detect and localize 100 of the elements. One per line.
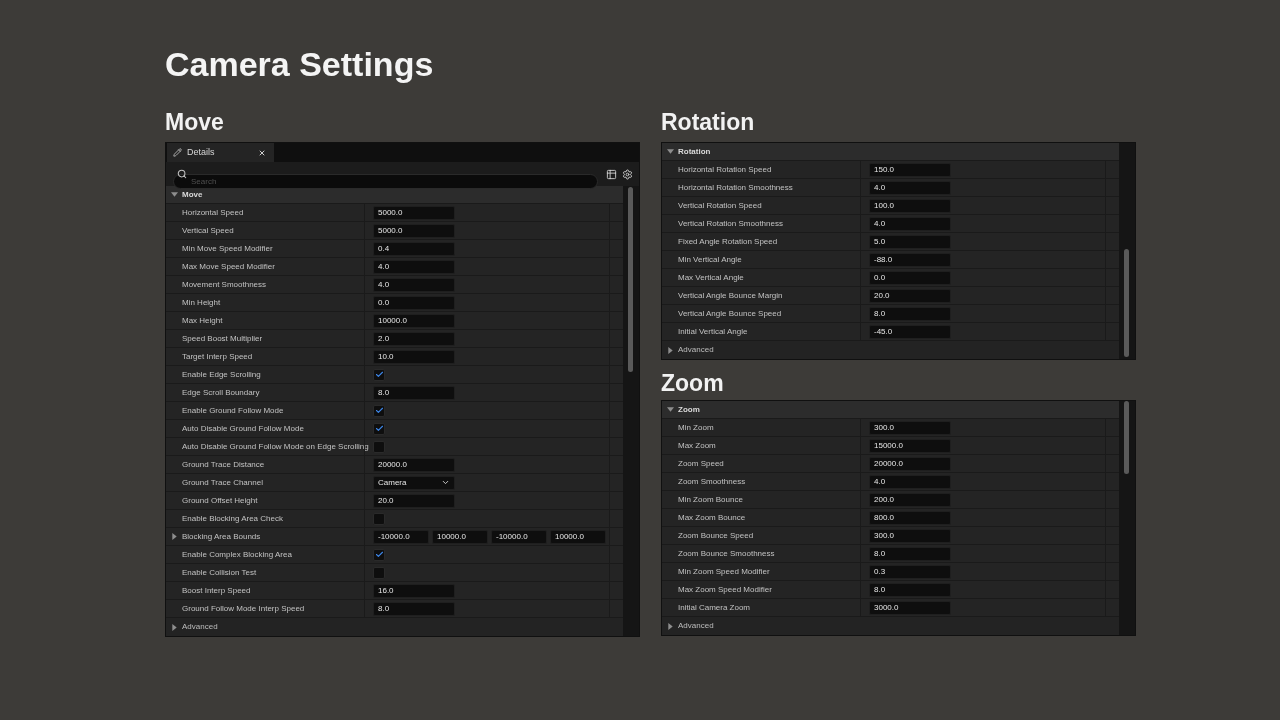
category-label: Move xyxy=(182,190,203,199)
checkbox[interactable] xyxy=(373,512,385,525)
property-label: Enable Collision Test xyxy=(182,568,257,577)
number-field[interactable]: 100.0 xyxy=(869,198,951,213)
property-label: Vertical Speed xyxy=(182,226,234,235)
caret-right-icon[interactable] xyxy=(667,346,674,354)
checkbox[interactable] xyxy=(373,404,385,417)
number-field[interactable]: 0.4 xyxy=(373,241,455,256)
property-label: Zoom Bounce Speed xyxy=(678,531,754,540)
number-field[interactable]: 15000.0 xyxy=(869,438,951,453)
property-label: Min Zoom xyxy=(678,423,714,432)
number-field[interactable]: 4.0 xyxy=(869,474,951,489)
checkbox[interactable] xyxy=(373,566,385,579)
section-heading: Rotation xyxy=(661,110,755,134)
property-label: Max Vertical Angle xyxy=(678,273,744,282)
dropdown[interactable]: Camera xyxy=(373,475,455,490)
property-label: Ground Trace Channel xyxy=(182,478,263,487)
property-label: Max Zoom Bounce xyxy=(678,513,746,522)
number-field[interactable]: 150.0 xyxy=(869,162,951,177)
number-field[interactable]: 8.0 xyxy=(869,306,951,321)
number-field[interactable]: -10000.0 xyxy=(491,529,547,544)
number-field[interactable]: 8.0 xyxy=(869,582,951,597)
caret-right-icon[interactable] xyxy=(171,533,178,540)
chevron-down-icon xyxy=(441,478,450,487)
number-field[interactable]: 20000.0 xyxy=(373,457,455,472)
number-field[interactable]: 4.0 xyxy=(869,216,951,231)
number-field[interactable]: 4.0 xyxy=(373,259,455,274)
property-label: Max Zoom Speed Modifier xyxy=(678,585,772,594)
number-field[interactable]: 300.0 xyxy=(869,528,951,543)
caret-down-icon[interactable] xyxy=(667,406,674,413)
scrollbar-thumb[interactable] xyxy=(1124,401,1129,474)
number-field[interactable]: 8.0 xyxy=(373,601,455,616)
number-field[interactable]: 20000.0 xyxy=(869,456,951,471)
number-field[interactable]: 8.0 xyxy=(869,546,951,561)
number-field[interactable]: -10000.0 xyxy=(373,529,429,544)
number-field[interactable]: 10.0 xyxy=(373,349,455,364)
number-field[interactable]: 10000.0 xyxy=(432,529,488,544)
caret-down-icon[interactable] xyxy=(667,148,674,155)
advanced-label: Advanced xyxy=(678,622,714,630)
caret-right-icon[interactable] xyxy=(667,622,674,630)
advanced-label: Advanced xyxy=(678,346,714,354)
property-label: Enable Edge Scrolling xyxy=(182,370,261,379)
property-label: Min Zoom Bounce xyxy=(678,495,743,504)
details-tab[interactable]: Details xyxy=(167,143,274,162)
check-icon xyxy=(374,550,384,559)
close-icon[interactable] xyxy=(258,148,266,157)
number-field[interactable]: 10000.0 xyxy=(373,313,455,328)
property-label: Speed Boost Multiplier xyxy=(182,334,263,343)
property-label: Blocking Area Bounds xyxy=(182,532,261,541)
scrollbar-thumb[interactable] xyxy=(1124,248,1129,357)
settings-icon[interactable] xyxy=(622,168,633,180)
scrollbar-thumb[interactable] xyxy=(628,187,633,372)
number-field[interactable]: 5000.0 xyxy=(373,223,455,238)
category-label: Rotation xyxy=(678,147,711,156)
property-label: Min Height xyxy=(182,298,221,307)
number-field[interactable]: 0.0 xyxy=(373,295,455,310)
number-field[interactable]: 4.0 xyxy=(373,277,455,292)
number-field[interactable]: 2.0 xyxy=(373,331,455,346)
number-field[interactable]: 300.0 xyxy=(869,420,951,435)
property-label: Zoom Smoothness xyxy=(678,477,746,486)
number-field[interactable]: 4.0 xyxy=(869,180,951,195)
number-field[interactable]: 800.0 xyxy=(869,510,951,525)
property-label: Auto Disable Ground Follow Mode xyxy=(182,424,304,433)
caret-down-icon[interactable] xyxy=(171,191,178,198)
number-field[interactable]: 10000.0 xyxy=(550,529,606,544)
property-label: Min Vertical Angle xyxy=(678,255,742,264)
property-label: Vertical Angle Bounce Speed xyxy=(678,309,782,318)
number-field[interactable]: 20.0 xyxy=(373,493,455,508)
number-field[interactable]: 3000.0 xyxy=(869,600,951,615)
number-field[interactable]: 200.0 xyxy=(869,492,951,507)
property-label: Ground Offset Height xyxy=(182,496,258,505)
number-field[interactable]: -88.0 xyxy=(869,252,951,267)
property-label: Horizontal Rotation Speed xyxy=(678,165,772,174)
number-field[interactable]: 0.3 xyxy=(869,564,951,579)
table-icon[interactable] xyxy=(606,168,617,180)
property-label: Enable Blocking Area Check xyxy=(182,514,283,523)
property-label: Min Zoom Speed Modifier xyxy=(678,567,770,576)
property-label: Enable Ground Follow Mode xyxy=(182,406,284,415)
property-label: Initial Camera Zoom xyxy=(678,603,751,612)
property-label: Target Interp Speed xyxy=(182,352,253,361)
property-label: Zoom Speed xyxy=(678,459,724,468)
property-label: Zoom Bounce Smoothness xyxy=(678,549,775,558)
property-label: Vertical Angle Bounce Margin xyxy=(678,291,783,300)
number-field[interactable]: 5.0 xyxy=(869,234,951,249)
property-label: Ground Follow Mode Interp Speed xyxy=(182,604,305,613)
number-field[interactable]: -45.0 xyxy=(869,324,951,339)
number-field[interactable]: 5000.0 xyxy=(373,205,455,220)
property-label: Horizontal Speed xyxy=(182,208,244,217)
caret-right-icon[interactable] xyxy=(171,623,178,631)
section-heading: Move xyxy=(165,110,224,134)
category-label: Zoom xyxy=(678,405,700,414)
number-field[interactable]: 20.0 xyxy=(869,288,951,303)
checkbox[interactable] xyxy=(373,548,385,561)
checkbox[interactable] xyxy=(373,422,385,435)
number-field[interactable]: 0.0 xyxy=(869,270,951,285)
property-label: Vertical Rotation Smoothness xyxy=(678,219,783,228)
number-field[interactable]: 16.0 xyxy=(373,583,455,598)
checkbox[interactable] xyxy=(373,368,385,381)
number-field[interactable]: 8.0 xyxy=(373,385,455,400)
checkbox[interactable] xyxy=(373,440,385,453)
